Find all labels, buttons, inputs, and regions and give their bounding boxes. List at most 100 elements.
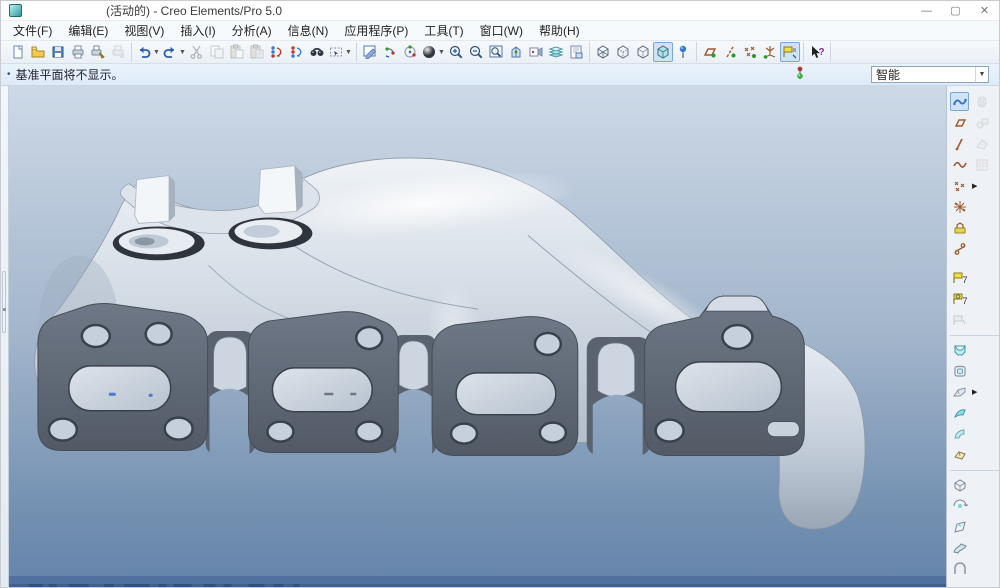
point-tool-button[interactable] [950, 176, 969, 195]
regenerate-manager-button[interactable] [287, 42, 307, 62]
zoom-out-button[interactable] [466, 42, 486, 62]
orientation-button[interactable] [506, 42, 526, 62]
page-icon [10, 44, 26, 60]
feature-toolbar-row [950, 217, 999, 238]
menu-applications[interactable]: 应用程序(P) [336, 20, 416, 41]
navigator-sash[interactable] [1, 86, 9, 587]
blend-tool-button[interactable] [950, 403, 969, 422]
extrude-tool-button[interactable] [950, 341, 969, 360]
message-text: 基准平面将不显示。 [16, 66, 124, 83]
feature-toolbar-row [950, 516, 999, 537]
bend-surface-tool-button[interactable] [950, 445, 969, 464]
dropdown-caret-icon[interactable]: ▼ [153, 49, 160, 56]
menu-info[interactable]: 信息(N) [280, 20, 337, 41]
layers-icon [548, 44, 564, 60]
new-file-button[interactable] [8, 42, 28, 62]
dropdown-caret-icon[interactable]: ▼ [438, 49, 445, 56]
print-button[interactable] [68, 42, 88, 62]
arch-surface-tool-button[interactable] [950, 559, 969, 578]
annotation-toggle-button[interactable] [780, 42, 800, 62]
menu-edit[interactable]: 编辑(E) [60, 20, 116, 41]
paste-special-button [247, 42, 267, 62]
orient-spin-button[interactable] [400, 42, 420, 62]
datum-plane-toggle-button[interactable] [700, 42, 720, 62]
dropdown-caret-icon[interactable]: ▼ [179, 49, 186, 56]
spin-center-button[interactable] [380, 42, 400, 62]
pastesp-icon [249, 44, 265, 60]
menu-help[interactable]: 帮助(H) [531, 20, 588, 41]
selection-filter-value: 智能 [876, 66, 975, 83]
refit-button[interactable] [486, 42, 506, 62]
graphics-viewport[interactable] [9, 86, 946, 587]
no-hidden-display-button[interactable] [633, 42, 653, 62]
combobox-dropdown-icon[interactable]: ▼ [975, 67, 988, 82]
zoom-in-button[interactable] [446, 42, 466, 62]
layers-button[interactable] [546, 42, 566, 62]
curve-tool-button[interactable] [950, 155, 969, 174]
selection-filter-combobox[interactable]: 智能 ▼ [871, 66, 989, 83]
menu-file[interactable]: 文件(F) [5, 20, 60, 41]
selection-filter-button[interactable]: ▼ [327, 42, 353, 62]
render-style-button[interactable]: ▼ [420, 42, 446, 62]
toolbar-group-datum-toggles [697, 42, 804, 62]
cut-button [187, 42, 207, 62]
shaded-display-button[interactable] [653, 42, 673, 62]
balloon-note-tool-button[interactable]: 7 [950, 289, 969, 308]
wireframe-display-button[interactable] [593, 42, 613, 62]
surface-tool-button[interactable] [950, 113, 969, 132]
note-tool-button[interactable]: 7 [950, 268, 969, 287]
sash-handle[interactable] [2, 271, 6, 333]
view-manager-button[interactable] [566, 42, 586, 62]
viewmgr-icon [568, 44, 584, 60]
orientm-icon [508, 44, 524, 60]
open-file-button[interactable] [28, 42, 48, 62]
menu-window[interactable]: 窗口(W) [472, 20, 531, 41]
undo-button[interactable]: ▼ [135, 42, 161, 62]
save-file-button[interactable] [48, 42, 68, 62]
datum-axis-toggle-button[interactable] [720, 42, 740, 62]
menu-insert[interactable]: 插入(I) [172, 20, 223, 41]
sweep-tool-button[interactable] [950, 382, 969, 401]
datum-point-toggle-button[interactable] [740, 42, 760, 62]
hidden-line-display-button[interactable] [613, 42, 633, 62]
repaint-button[interactable] [360, 42, 380, 62]
spin2-icon [952, 498, 968, 514]
flyout-arrow-icon[interactable]: ▶ [972, 388, 977, 396]
style-tool-button[interactable] [950, 92, 969, 111]
datum-display-button[interactable] [673, 42, 693, 62]
regenerate-button[interactable] [267, 42, 287, 62]
minimize-button[interactable]: — [912, 2, 941, 20]
csys-toggle-button[interactable] [760, 42, 780, 62]
quilt-surface-tool-button[interactable] [950, 538, 969, 557]
printq-icon [110, 44, 126, 60]
rotate-body-tool-button[interactable] [950, 496, 969, 515]
datpin-icon [675, 44, 691, 60]
close-button[interactable]: ✕ [970, 2, 999, 20]
menu-view[interactable]: 视图(V) [116, 20, 172, 41]
find-button[interactable] [307, 42, 327, 62]
feature-toolbar-row [950, 537, 999, 558]
print-preview-button[interactable] [88, 42, 108, 62]
curve-chain-tool-button[interactable] [950, 239, 969, 258]
maximize-button[interactable]: ▢ [941, 2, 970, 20]
redo-button[interactable]: ▼ [161, 42, 187, 62]
saved-views-button[interactable] [526, 42, 546, 62]
revolve-tool-button[interactable] [950, 361, 969, 380]
menu-analysis[interactable]: 分析(A) [224, 20, 280, 41]
feature-toolbar-row [950, 558, 999, 579]
dropdown-caret-icon[interactable]: ▼ [345, 49, 352, 56]
shell-surface-tool-button[interactable] [950, 424, 969, 443]
flyout-arrow-icon[interactable]: ▶ [972, 182, 977, 190]
mirrorg-icon [974, 94, 990, 110]
cubew-icon [595, 44, 611, 60]
cube2-icon [952, 477, 968, 493]
line-tool-button[interactable] [950, 134, 969, 153]
dplane-icon [702, 44, 718, 60]
context-help-button[interactable]: ? [807, 42, 827, 62]
menu-tools[interactable]: 工具(T) [416, 20, 471, 41]
solid-block-tool-button[interactable] [950, 476, 969, 495]
axis-point-tool-button[interactable] [950, 197, 969, 216]
flag-surface-tool-button[interactable] [950, 517, 969, 536]
offset-point-tool-button[interactable] [950, 218, 969, 237]
roundrect-icon [952, 561, 968, 577]
